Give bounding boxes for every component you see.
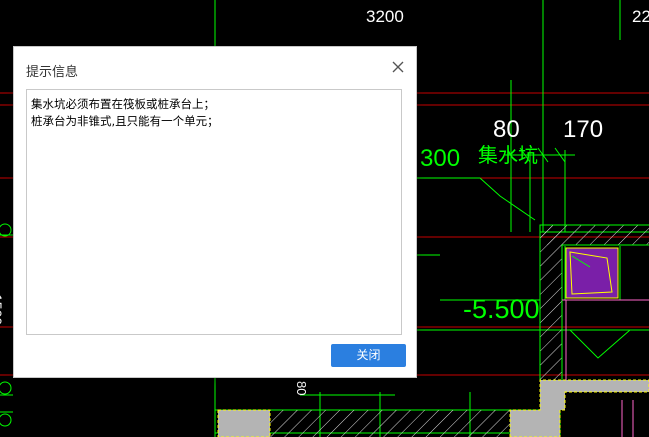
dimension-bottom-80: 80 <box>294 381 309 395</box>
dimension-top-right: 22 <box>632 7 649 26</box>
dialog-title: 提示信息 <box>26 65 79 80</box>
sump-label: 集水坑 <box>478 144 538 167</box>
dimension-3200: 3200 <box>366 7 404 26</box>
dimension-80: 80 <box>493 116 520 143</box>
message-textarea[interactable]: 集水坑必须布置在筏板或桩承台上； 桩承台为非锥式,且只能有一个单元； <box>26 89 402 335</box>
elevation-label: -5.500 <box>463 294 540 324</box>
dimension-left-1500: 1500 <box>0 294 5 325</box>
dimension-170: 170 <box>563 116 603 143</box>
close-button[interactable]: 关闭 <box>331 344 406 367</box>
close-icon[interactable] <box>390 59 406 75</box>
sump-pit <box>565 247 619 299</box>
message-line-1: 集水坑必须布置在筏板或桩承台上； <box>31 97 215 111</box>
message-dialog: 提示信息 集水坑必须布置在筏板或桩承台上； 桩承台为非锥式,且只能有一个单元； … <box>13 46 417 378</box>
dimension-300: 300 <box>420 145 460 172</box>
message-line-2: 桩承台为非锥式,且只能有一个单元； <box>31 114 219 128</box>
